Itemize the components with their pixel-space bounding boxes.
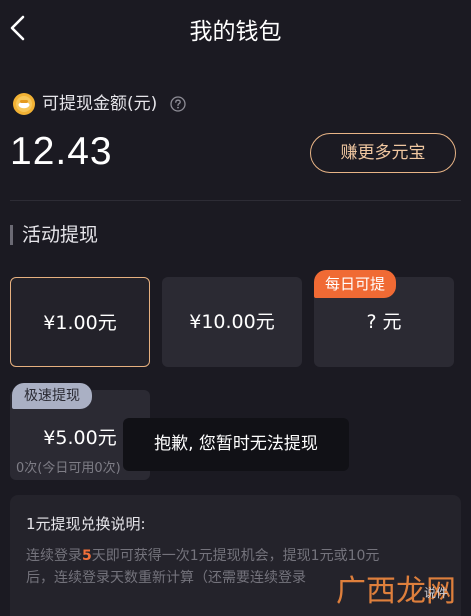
info-highlight-days: 5 [82, 548, 92, 564]
balance-amount: 12.43 [10, 130, 113, 173]
section-marker [10, 225, 13, 245]
info-line1-prefix: 连续登录 [26, 548, 82, 564]
balance-label: 可提现金额(元) [42, 94, 158, 114]
divider [10, 200, 461, 201]
fast-withdraw-badge: 极速提现 [12, 383, 92, 409]
page-title: 我的钱包 [189, 19, 282, 45]
toast-message: 抱歉, 您暂时无法提现 [123, 418, 349, 471]
withdraw-option-1[interactable]: ¥1.00元 [10, 277, 150, 367]
section-title: 活动提现 [22, 224, 99, 246]
daily-usage-count: 0次(今日可用0次) [16, 461, 121, 476]
coin-icon [13, 93, 35, 115]
watermark-logo: 广西龙网 说件 [336, 572, 466, 612]
option-amount: ? 元 [366, 311, 402, 333]
info-line1-suffix: 天即可获得一次1元提现机会，提现1元或10元 [91, 548, 380, 564]
question-circle-icon[interactable] [170, 96, 186, 112]
option-amount: ¥10.00元 [189, 311, 275, 333]
daily-badge: 每日可提 [314, 270, 396, 298]
info-line2: 后，连续登录天数重新计算（还需要连续登录 [26, 570, 306, 586]
earn-more-button[interactable]: 赚更多元宝 [310, 133, 456, 173]
watermark-small-text: 说件 [424, 586, 449, 600]
option-amount: ¥1.00元 [43, 312, 117, 334]
withdraw-option-10[interactable]: ¥10.00元 [162, 277, 302, 367]
info-title: 1元提现兑换说明: [26, 515, 146, 533]
header: 我的钱包 [0, 0, 471, 56]
